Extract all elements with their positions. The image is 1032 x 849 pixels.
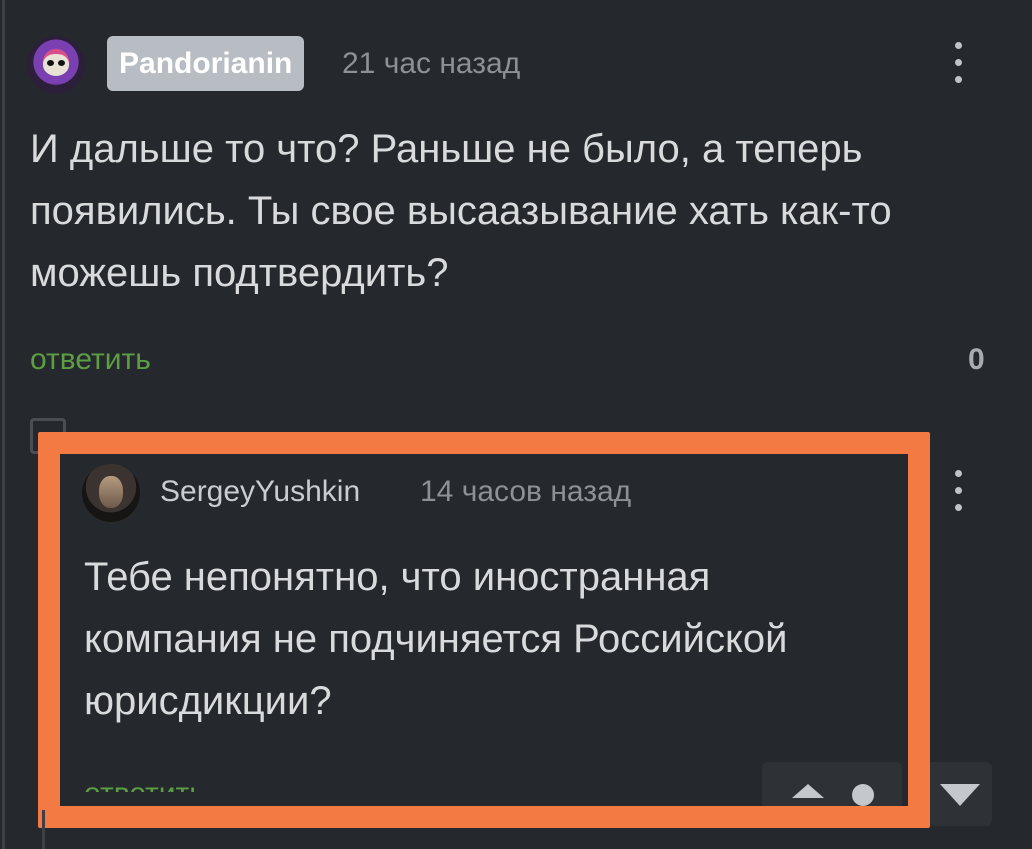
downvote-icon: [940, 784, 980, 806]
more-vertical-icon[interactable]: [952, 40, 964, 90]
avatar[interactable]: [27, 36, 85, 94]
comment-time: 21 час назад: [342, 47, 521, 80]
nested-thread-line: [42, 810, 45, 849]
downvote-button[interactable]: [926, 762, 992, 826]
avatar-face: [43, 54, 69, 76]
username-badge[interactable]: Pandorianin: [107, 36, 305, 91]
comment-score: 0: [968, 343, 985, 376]
reply-link[interactable]: ответить: [30, 342, 151, 378]
thread-line: [2, 0, 5, 849]
highlight-frame: [38, 432, 930, 828]
comment-text: И дальше то что? Раньше не было, а тепер…: [30, 127, 892, 295]
more-vertical-icon[interactable]: [952, 468, 964, 518]
